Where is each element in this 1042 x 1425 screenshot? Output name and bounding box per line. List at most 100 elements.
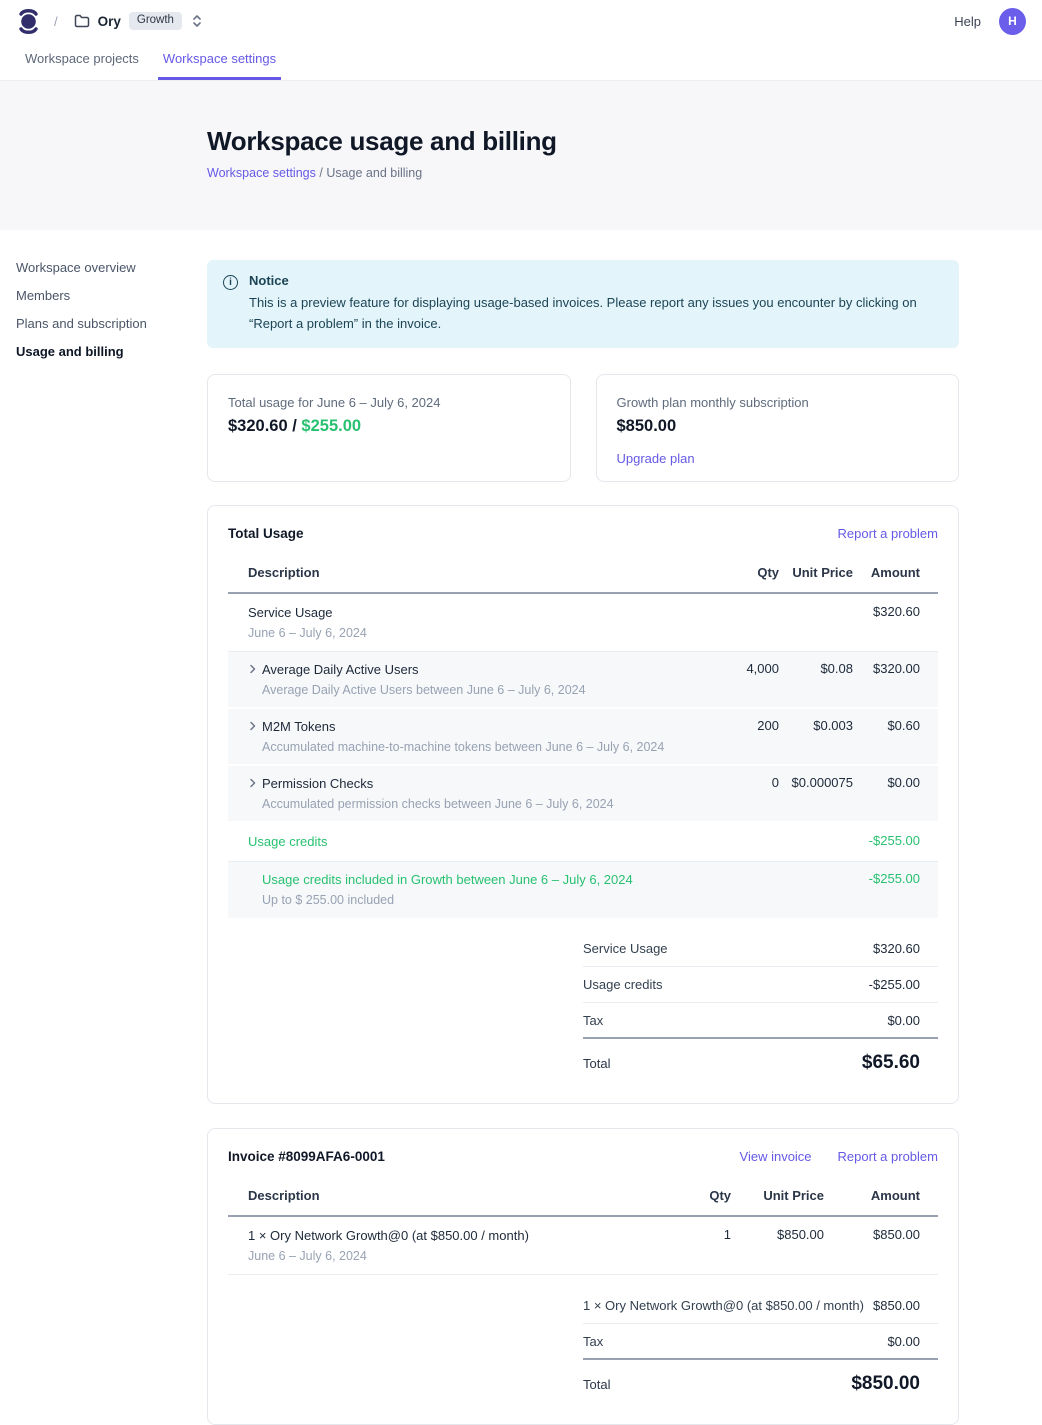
settings-sidenav: Workspace overview Members Plans and sub… [16,260,207,372]
row-title: M2M Tokens [262,719,335,734]
row-unit-price: $850.00 [731,1227,824,1243]
summary-label: Tax [583,1334,603,1349]
usage-amount-credit: $255.00 [301,417,361,435]
tab-workspace-projects[interactable]: Workspace projects [20,42,144,80]
summary-cards: Total usage for June 6 – July 6, 2024 $3… [207,374,959,482]
upgrade-plan-link[interactable]: Upgrade plan [617,451,695,466]
summary-value: $0.00 [887,1334,920,1349]
invoice-panel: Invoice #8099AFA6-0001 View invoice Repo… [207,1128,959,1425]
summary-value: $850.00 [873,1298,920,1313]
usage-panel-head: Total Usage Report a problem [228,526,938,541]
info-icon: i [223,275,238,290]
summary-label: Tax [583,1013,603,1028]
tab-workspace-settings[interactable]: Workspace settings [158,42,281,80]
chevron-right-icon[interactable] [248,721,262,731]
row-description: Usage credits [248,833,853,851]
sidebar-item-usage-billing[interactable]: Usage and billing [16,344,207,359]
breadcrumb-current: Usage and billing [326,166,422,180]
row-amount: -$255.00 [853,871,920,887]
row-subtitle: Up to $ 255.00 included [262,893,853,908]
row-description: M2M Tokens Accumulated machine-to-machin… [262,718,713,755]
summary-label: 1 × Ory Network Growth@0 (at $850.00 / m… [583,1298,864,1313]
avatar[interactable]: H [999,8,1026,35]
breadcrumb-settings-link[interactable]: Workspace settings [207,166,316,180]
total-label: Total [583,1377,610,1392]
page-title: Workspace usage and billing [207,127,1042,156]
ory-logo-icon[interactable] [16,6,40,36]
main-area: Workspace overview Members Plans and sub… [0,230,1042,1425]
row-description: 1 × Ory Network Growth@0 (at $850.00 / m… [248,1227,665,1264]
breadcrumb-separator: / [319,166,322,180]
breadcrumb: Workspace settings / Usage and billing [207,166,1042,180]
plan-label: Growth plan monthly subscription [617,395,939,410]
sidebar-item-plans-subscription[interactable]: Plans and subscription [16,316,207,331]
topbar-separator: / [54,14,58,29]
view-invoice-link[interactable]: View invoice [740,1149,812,1164]
row-subtitle: June 6 – July 6, 2024 [248,1249,665,1264]
summary-value: -$255.00 [869,977,920,992]
table-row-service-usage: Service Usage June 6 – July 6, 2024 $320… [228,594,938,652]
row-title: Usage credits [248,834,327,849]
chevron-right-icon[interactable] [248,778,262,788]
row-title: Permission Checks [262,776,373,791]
sidebar-item-workspace-overview[interactable]: Workspace overview [16,260,207,275]
workspace-tabs: Workspace projects Workspace settings [0,42,1042,81]
col-description: Description [248,565,713,580]
row-unit-price: $0.000075 [779,775,853,791]
row-qty: 200 [713,718,779,734]
report-problem-link[interactable]: Report a problem [838,1149,938,1164]
col-unit-price: Unit Price [779,565,853,580]
plan-card: Growth plan monthly subscription $850.00… [596,374,960,482]
row-amount: -$255.00 [853,833,920,849]
total-value: $850.00 [851,1373,920,1395]
report-problem-link[interactable]: Report a problem [838,526,938,541]
workspace-switcher[interactable]: Ory Growth [74,12,202,30]
sidebar-item-members[interactable]: Members [16,288,207,303]
usage-amount-used: $320.60 [228,417,288,435]
total-usage-amount: $320.60 / $255.00 [228,417,550,436]
row-title: 1 × Ory Network Growth@0 (at $850.00 / m… [248,1228,529,1243]
folder-icon [74,14,90,28]
table-row-permission-checks[interactable]: Permission Checks Accumulated permission… [228,766,938,823]
col-amount: Amount [824,1188,920,1203]
table-row-m2m-tokens[interactable]: M2M Tokens Accumulated machine-to-machin… [228,709,938,766]
table-row-daily-active-users[interactable]: Average Daily Active Users Average Daily… [228,652,938,709]
summary-row-plan-line: 1 × Ory Network Growth@0 (at $850.00 / m… [583,1288,938,1324]
usage-table: Description Qty Unit Price Amount Servic… [228,555,938,918]
usage-summary: Service Usage $320.60 Usage credits -$25… [583,931,938,1087]
summary-label: Usage credits [583,977,662,992]
row-amount: $850.00 [824,1227,920,1243]
invoice-title: Invoice #8099AFA6-0001 [228,1149,385,1164]
invoice-links: View invoice Report a problem [740,1149,938,1164]
row-title: Usage credits included in Growth between… [262,872,633,887]
summary-value: $0.00 [887,1013,920,1028]
row-amount: $320.60 [853,604,920,620]
row-subtitle: Average Daily Active Users between June … [262,683,713,698]
content-column: i Notice This is a preview feature for d… [207,260,959,1425]
total-usage-card: Total usage for June 6 – July 6, 2024 $3… [207,374,571,482]
row-title: Average Daily Active Users [262,662,419,677]
row-description: Permission Checks Accumulated permission… [262,775,713,812]
chevron-updown-icon[interactable] [192,14,202,28]
chevron-right-icon[interactable] [248,664,262,674]
invoice-summary: 1 × Ory Network Growth@0 (at $850.00 / m… [583,1288,938,1408]
col-qty: Qty [713,565,779,580]
summary-row-tax: Tax $0.00 [583,1324,938,1360]
row-subtitle: June 6 – July 6, 2024 [248,626,713,641]
page-header: Workspace usage and billing Workspace se… [0,81,1042,230]
row-qty: 1 [665,1227,731,1243]
total-usage-label: Total usage for June 6 – July 6, 2024 [228,395,550,410]
notice-text: Notice This is a preview feature for dis… [249,273,935,334]
invoice-panel-head: Invoice #8099AFA6-0001 View invoice Repo… [228,1149,938,1164]
row-description: Average Daily Active Users Average Daily… [262,661,713,698]
notice-body: This is a preview feature for displaying… [249,292,935,334]
summary-value: $320.60 [873,941,920,956]
table-row-usage-credits: Usage credits -$255.00 [228,823,938,862]
table-row-usage-credits-detail: Usage credits included in Growth between… [228,862,938,918]
row-unit-price: $0.003 [779,718,853,734]
summary-row-total: Total $65.60 [583,1039,938,1087]
top-bar: / Ory Growth Help H [0,0,1042,42]
row-title: Service Usage [248,605,333,620]
help-link[interactable]: Help [954,14,981,29]
usage-panel-title: Total Usage [228,526,304,541]
